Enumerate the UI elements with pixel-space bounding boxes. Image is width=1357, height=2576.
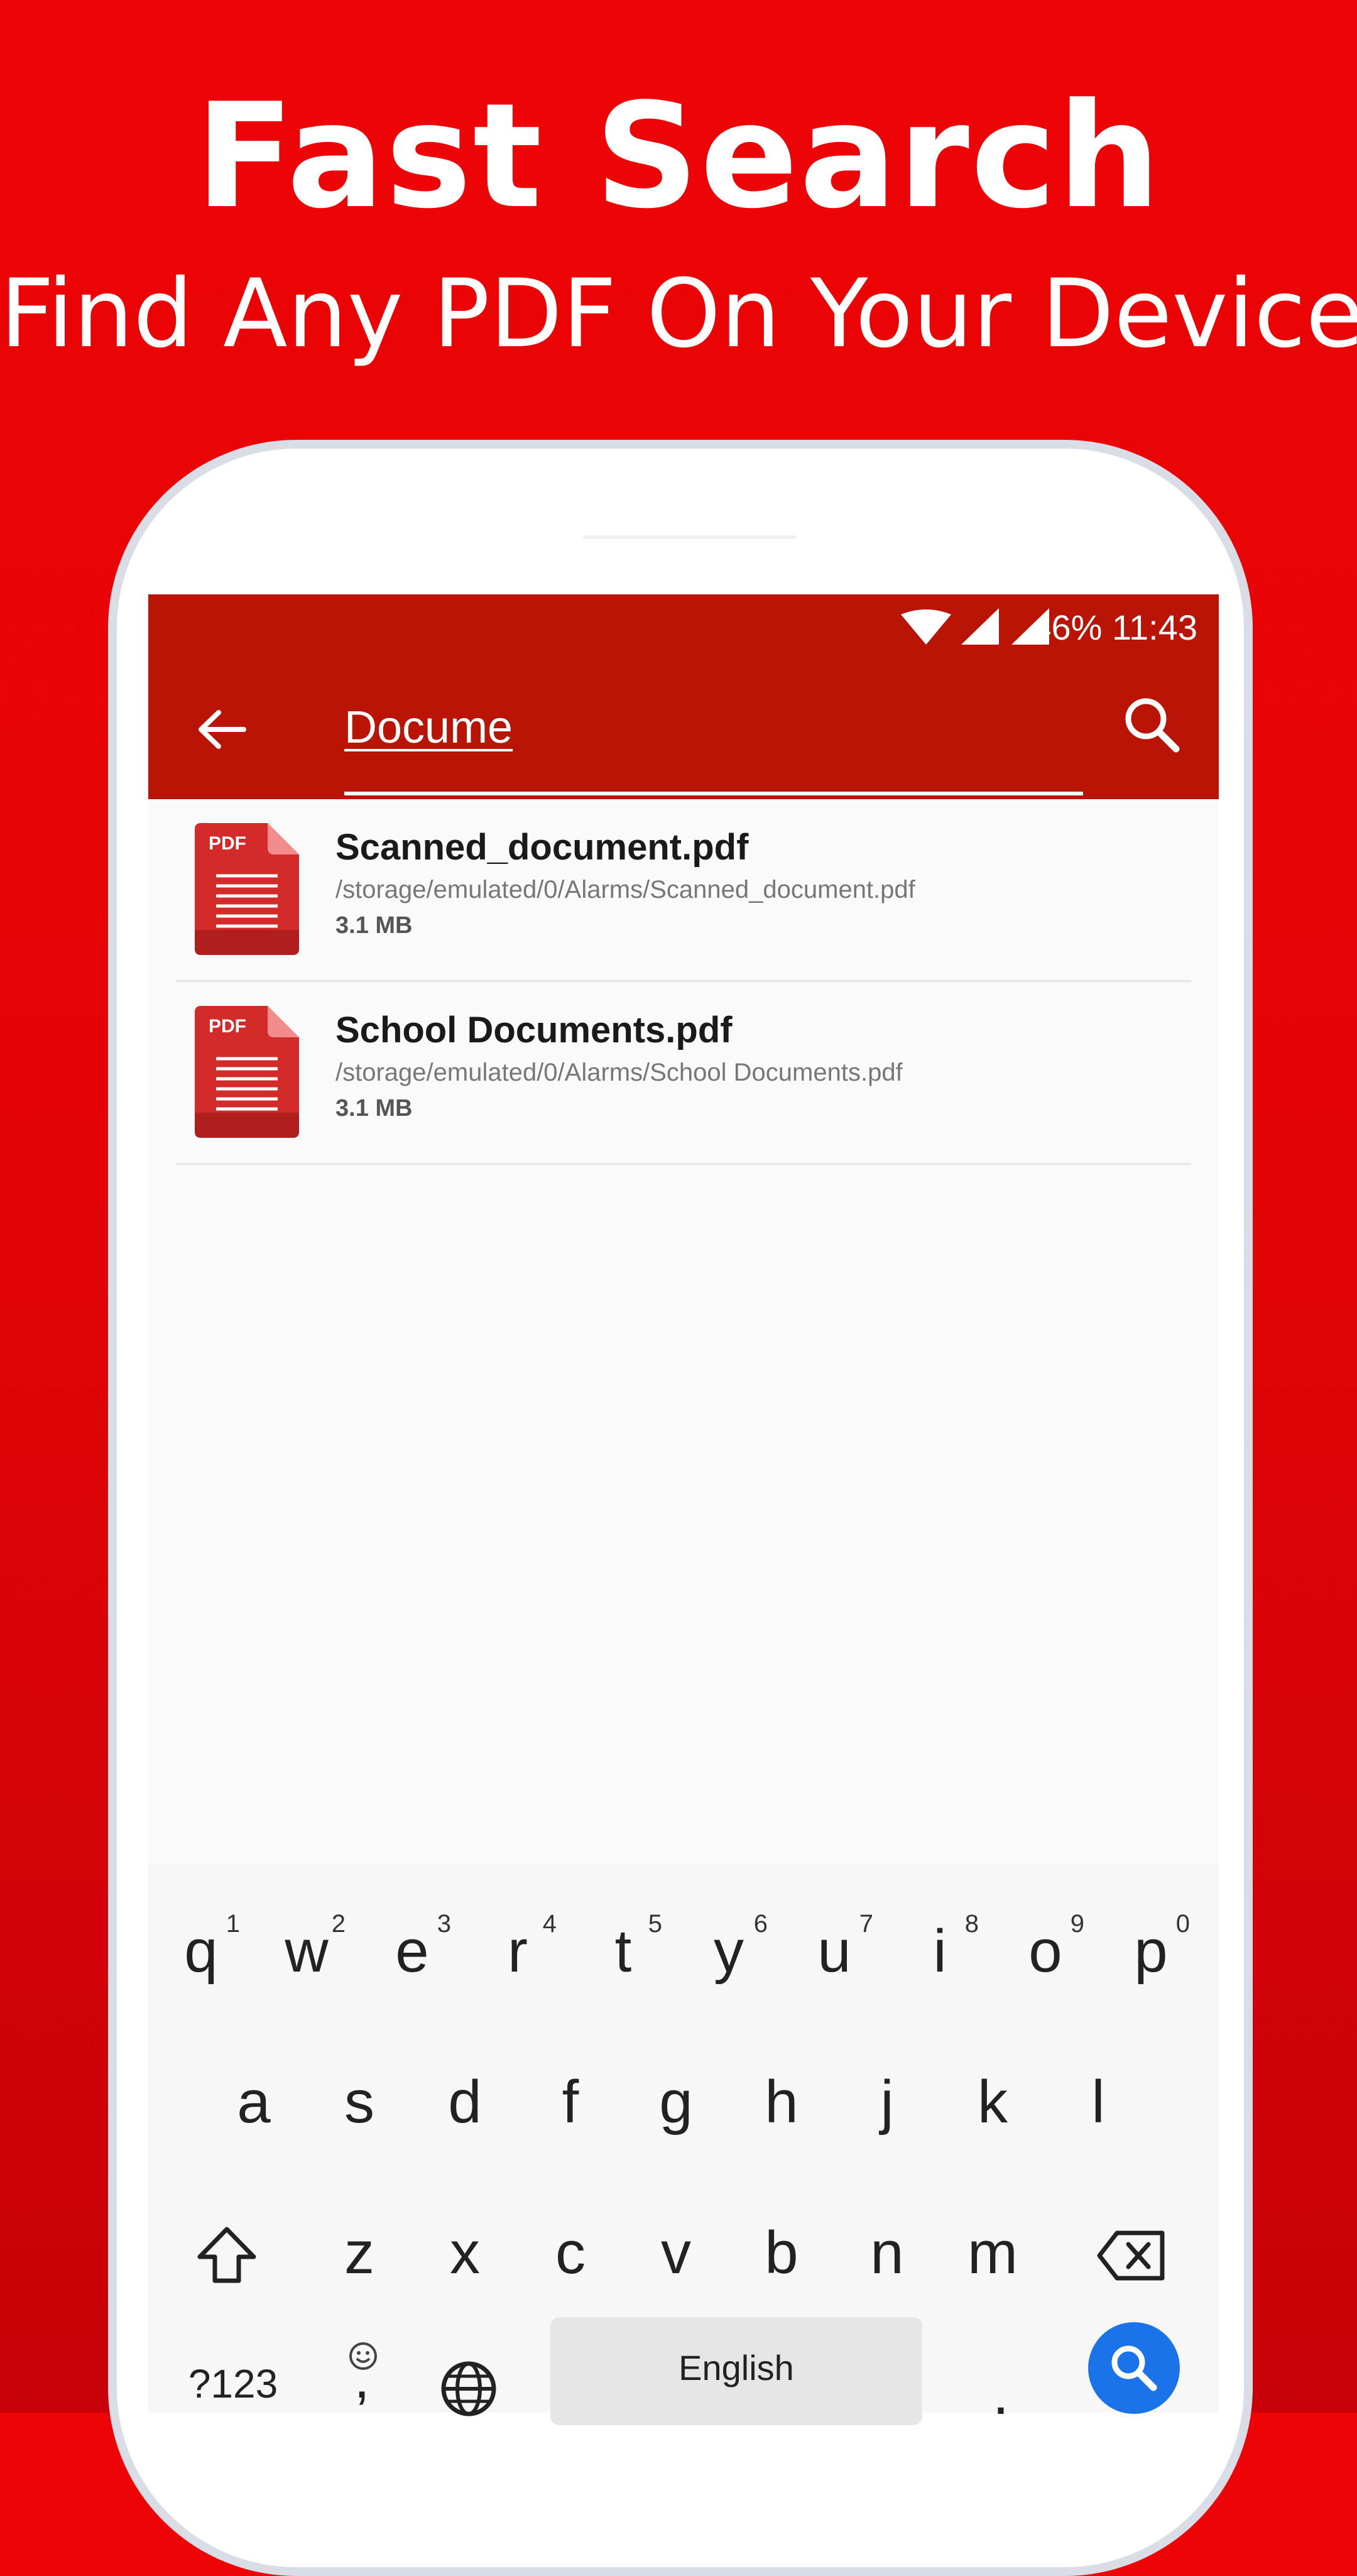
signal-icon <box>961 608 999 645</box>
key-i[interactable]: i8 <box>887 1889 993 2014</box>
key-f[interactable]: f <box>518 2039 623 2165</box>
key-e[interactable]: e3 <box>359 1889 465 2014</box>
list-item[interactable]: PDF School Documents.pdf /storage/emulat… <box>176 982 1191 1165</box>
key-hint: 4 <box>542 1910 557 1938</box>
key-row-3: z x c v b n m <box>148 2190 1219 2316</box>
key-hint: 2 <box>331 1910 346 1938</box>
key-r[interactable]: r4 <box>465 1889 570 2014</box>
key-hint: 9 <box>1070 1910 1084 1938</box>
file-path: /storage/emulated/0/Alarms/School Docume… <box>335 1059 903 1086</box>
enter-search-button[interactable] <box>1088 2322 1180 2414</box>
key-hint: 5 <box>648 1910 662 1938</box>
key-row-1: q1 w2 e3 r4 t5 y6 u7 i8 o9 p0 <box>148 1889 1219 2014</box>
search-icon[interactable] <box>1118 691 1187 760</box>
pdf-file-icon: PDF <box>195 1006 299 1138</box>
shift-icon[interactable] <box>193 2224 260 2287</box>
key-o[interactable]: o9 <box>993 1889 1098 2014</box>
key-z[interactable]: z <box>307 2190 412 2316</box>
file-name: School Documents.pdf <box>335 1010 733 1051</box>
wifi-icon <box>901 609 951 645</box>
result-list: PDF Scanned_document.pdf /storage/emulat… <box>148 799 1219 1165</box>
key-hint: 0 <box>1175 1910 1190 1938</box>
search-input[interactable]: Docume <box>344 690 513 765</box>
key-h[interactable]: h <box>729 2039 834 2165</box>
hero-subtitle: Find Any PDF On Your Device <box>0 259 1357 369</box>
phone-speaker <box>583 535 797 539</box>
key-v[interactable]: v <box>623 2190 729 2316</box>
search-icon <box>1111 2345 1157 2391</box>
status-icons <box>901 608 1049 645</box>
backspace-icon[interactable] <box>1096 2229 1167 2282</box>
key-a[interactable]: a <box>201 2039 307 2165</box>
file-name: Scanned_document.pdf <box>335 827 749 868</box>
key-hint: 1 <box>226 1910 240 1938</box>
list-item[interactable]: PDF Scanned_document.pdf /storage/emulat… <box>176 799 1191 982</box>
key-u[interactable]: u7 <box>782 1889 887 2014</box>
arrow-left-icon[interactable] <box>193 701 250 758</box>
search-field-line <box>344 792 1083 795</box>
key-m[interactable]: m <box>940 2190 1045 2316</box>
key-y[interactable]: y6 <box>676 1889 782 2014</box>
key-c[interactable]: c <box>518 2190 623 2316</box>
pdf-file-icon: PDF <box>195 823 299 955</box>
status-bar: 46% 11:43 <box>148 594 1219 660</box>
key-n[interactable]: n <box>834 2190 940 2316</box>
file-size: 3.1 MB <box>335 1095 413 1122</box>
key-w[interactable]: w2 <box>254 1889 359 2014</box>
key-hint: 6 <box>753 1910 768 1938</box>
key-j[interactable]: j <box>834 2039 940 2165</box>
emoji-icon <box>349 2342 377 2370</box>
symbols-key[interactable]: ?123 <box>173 2359 293 2409</box>
key-d[interactable]: d <box>412 2039 518 2165</box>
period-key[interactable]: . <box>966 2364 1035 2424</box>
search-toolbar: Docume <box>148 660 1219 799</box>
key-hint: 3 <box>437 1910 451 1938</box>
clock: 11:43 <box>1112 608 1197 647</box>
key-p[interactable]: p0 <box>1098 1889 1204 2014</box>
space-label: English <box>678 2348 794 2388</box>
key-l[interactable]: l <box>1045 2039 1151 2165</box>
hero-title: Fast Search <box>195 73 1162 241</box>
key-t[interactable]: t5 <box>570 1889 676 2014</box>
pdf-label: PDF <box>209 1016 246 1037</box>
key-b[interactable]: b <box>729 2190 834 2316</box>
space-key[interactable]: English <box>550 2317 922 2425</box>
key-hint: 7 <box>859 1910 873 1938</box>
file-size: 3.1 MB <box>335 912 413 939</box>
key-x[interactable]: x <box>412 2190 518 2316</box>
pdf-label: PDF <box>209 833 246 854</box>
file-path: /storage/emulated/0/Alarms/Scanned_docum… <box>335 876 915 903</box>
key-q[interactable]: q1 <box>148 1889 254 2014</box>
globe-icon[interactable] <box>439 2359 499 2419</box>
key-k[interactable]: k <box>940 2039 1045 2165</box>
status-text: 46% 11:43 <box>1032 606 1197 650</box>
key-row-2: a s d f g h j k l <box>148 2039 1219 2165</box>
battery-percent: 46% <box>1032 608 1103 647</box>
key-g[interactable]: g <box>623 2039 729 2165</box>
key-hint: 8 <box>964 1910 979 1938</box>
key-s[interactable]: s <box>307 2039 412 2165</box>
